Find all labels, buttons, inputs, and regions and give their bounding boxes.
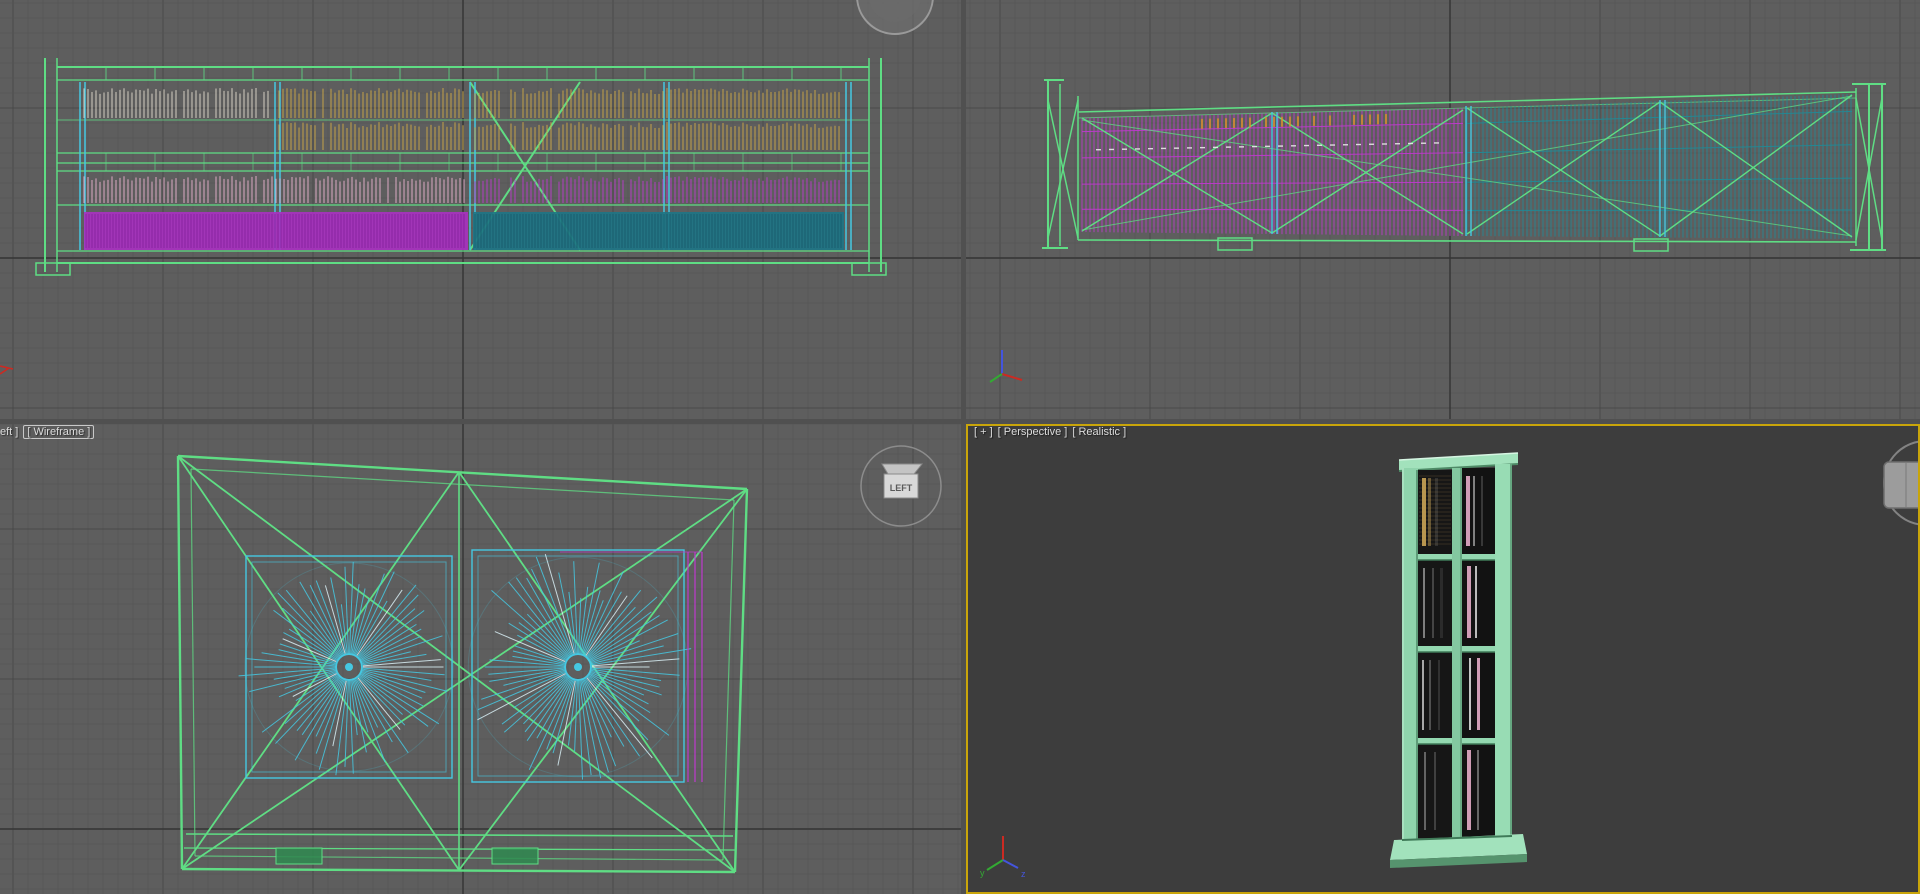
viewport-left-view[interactable]: LEFT eft ] [ Wireframe ] [0,424,961,894]
shading-mode-label[interactable]: [ Realistic ] [1072,426,1126,438]
world-axis-gizmo [989,350,1023,383]
viewport-top-left[interactable] [0,0,961,419]
axis-gizmo-fragment [0,365,14,375]
svg-text:LEFT: LEFT [890,483,913,493]
viewport-grid-lines [0,0,961,419]
top-left-wireframe-scene [0,0,961,419]
cd-tower-realistic [1390,452,1527,868]
viewport-perspective[interactable]: yz [ + ][ Perspective ][ Realistic ] [966,424,1920,894]
viewport-top-right[interactable] [966,0,1920,419]
viewport-grid-lines [0,424,961,894]
viewport-quad-layout: LEFT eft ][ Wireframe ] yz [ + ][ Perspe… [0,0,1920,894]
viewport-label-left: eft ] [ Wireframe ] [0,425,99,439]
top-right-wireframe-scene [966,0,1920,419]
viewport-label-perspective: [ + ] [ Perspective ] [ Realistic ] [974,426,1131,438]
viewport-name-label[interactable]: [ Perspective ] [998,426,1068,438]
svg-text:y: y [980,868,985,878]
viewport-menu-label[interactable]: [ + ] [974,426,993,438]
svg-text:z: z [1021,869,1026,879]
viewport-name-label[interactable]: eft ] [0,426,18,438]
perspective-realistic-scene: yz [966,424,1920,894]
cd-rack-angled-wireframe [1042,79,1886,252]
left-view-wireframe-scene: LEFT [0,424,961,894]
shading-mode-label[interactable]: [ Wireframe ] [23,425,95,439]
